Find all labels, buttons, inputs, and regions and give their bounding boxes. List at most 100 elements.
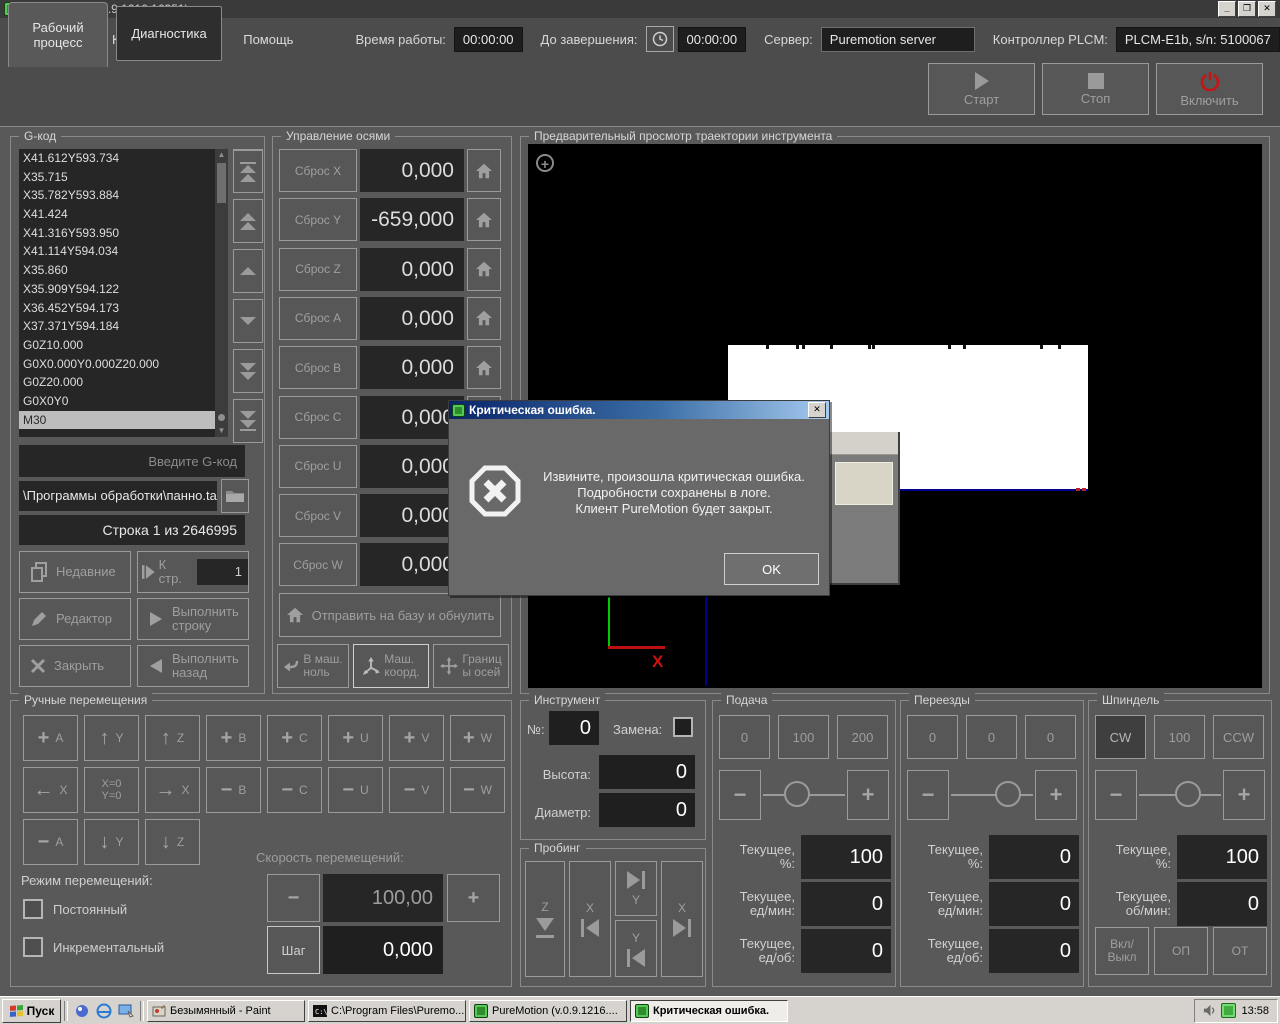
jog-minus-w-button[interactable]: − W: [450, 767, 505, 813]
restore-button[interactable]: ❐: [1238, 1, 1256, 17]
gcode-line[interactable]: G0Z10.000: [19, 336, 215, 355]
rapid-preset-0-button[interactable]: 0: [1025, 715, 1076, 759]
reset-x-button[interactable]: Сброс X: [279, 149, 357, 192]
gcode-line[interactable]: X35.860: [19, 261, 215, 280]
tool-height-value[interactable]: 0: [599, 755, 695, 789]
power-button[interactable]: Включить: [1156, 63, 1263, 115]
minimize-button[interactable]: _: [1218, 1, 1236, 17]
to-machine-zero-button[interactable]: В маш. ноль: [277, 644, 349, 688]
rapid-preset-0-button[interactable]: 0: [907, 715, 958, 759]
reset-w-button[interactable]: Сброс W: [279, 543, 357, 587]
jog-minus-u-button[interactable]: − U: [328, 767, 383, 813]
zoom-plus-icon[interactable]: +: [536, 154, 554, 172]
stop-button[interactable]: Стоп: [1042, 63, 1149, 115]
spindle-minus-button[interactable]: −: [1095, 770, 1137, 820]
gcode-file-path[interactable]: \Программы обработки\панно.tap: [19, 481, 217, 511]
gcode-line[interactable]: X35.909Y594.122: [19, 280, 215, 299]
scroll-down-icon[interactable]: ▼: [215, 425, 228, 437]
feed-plus-button[interactable]: +: [847, 770, 889, 820]
goto-line-value[interactable]: 1: [197, 559, 248, 585]
spindle-plus-button[interactable]: +: [1223, 770, 1265, 820]
page-up-button[interactable]: [233, 199, 263, 243]
menu-item-Помощь[interactable]: Помощь: [243, 32, 293, 47]
home-z-button[interactable]: [467, 247, 501, 291]
gcode-line[interactable]: X37.371Y594.184: [19, 317, 215, 336]
home-x-button[interactable]: [467, 149, 501, 192]
probe-y-up-button[interactable]: Y: [615, 861, 657, 916]
reset-a-button[interactable]: Сброс A: [279, 296, 357, 340]
jog-arrow-x-button[interactable]: ← X: [23, 767, 78, 813]
goto-first-button[interactable]: [233, 149, 263, 193]
step-value[interactable]: 0,000: [323, 926, 443, 974]
server-value[interactable]: Puremotion server: [820, 26, 975, 52]
probe-x-right-button[interactable]: X: [661, 861, 703, 977]
open-file-button[interactable]: [221, 479, 249, 513]
home-b-button[interactable]: [467, 346, 501, 390]
scroll-thumb[interactable]: [217, 163, 226, 203]
line-up-button[interactable]: [233, 249, 263, 293]
goto-line-button[interactable]: К стр. 1: [137, 551, 249, 593]
tool-number-value[interactable]: 0: [549, 711, 599, 745]
gcode-list[interactable]: X41.612Y593.734 X35.715 X35.782Y593.884 X41…: [19, 149, 215, 437]
spindle-op-button[interactable]: ОП: [1154, 927, 1208, 975]
gcode-line[interactable]: M30: [19, 410, 215, 430]
jog-plus-w-button[interactable]: + W: [450, 715, 505, 761]
jog-xy-zero-button[interactable]: X=0 Y=0: [84, 767, 139, 813]
gcode-line[interactable]: X36.452Y594.173: [19, 299, 215, 318]
gcode-line[interactable]: X35.782Y593.884: [19, 186, 215, 205]
step-button[interactable]: Шаг: [267, 926, 320, 974]
line-down-button[interactable]: [233, 299, 263, 343]
probe-z-button[interactable]: Z: [525, 861, 565, 977]
task-button[interactable]: C:\ C:\Program Files\Puremo...: [308, 999, 466, 1022]
quick-launch-2[interactable]: [94, 1001, 114, 1021]
reset-z-button[interactable]: Сброс Z: [279, 247, 357, 291]
probe-y-down-button[interactable]: Y: [615, 920, 657, 977]
spindle-onoff-button[interactable]: Вкл/ Выкл: [1095, 927, 1149, 975]
gcode-line[interactable]: X41.114Y594.034: [19, 242, 215, 261]
jog-minus-b-button[interactable]: − B: [206, 767, 261, 813]
gcode-input[interactable]: [19, 445, 245, 477]
start-menu-button[interactable]: Пуск: [2, 998, 61, 1023]
dialog-close-button[interactable]: ✕: [808, 402, 826, 418]
gcode-scrollbar[interactable]: ▲ ▼: [215, 149, 228, 437]
gcode-line[interactable]: G0X0.000Y0.000Z20.000: [19, 355, 215, 374]
home-y-button[interactable]: [467, 198, 501, 242]
start-button[interactable]: Старт: [928, 63, 1035, 115]
jog-arrow-y-button[interactable]: ↑ Y: [84, 715, 139, 761]
gcode-line[interactable]: X41.424: [19, 205, 215, 224]
spindle-preset-ccw-button[interactable]: CCW: [1213, 715, 1264, 759]
gcode-line[interactable]: G0X0Y0: [19, 392, 215, 411]
jog-minus-a-button[interactable]: − A: [23, 819, 78, 865]
tool-change-checkbox[interactable]: [673, 717, 693, 737]
jog-plus-b-button[interactable]: + B: [206, 715, 261, 761]
volume-icon[interactable]: [1203, 1004, 1216, 1017]
gcode-line[interactable]: X41.612Y593.734: [19, 149, 215, 168]
gcode-line[interactable]: G0Z20.000: [19, 373, 215, 392]
rapid-preset-0-button[interactable]: 0: [966, 715, 1017, 759]
jog-arrow-x-button[interactable]: → X: [145, 767, 200, 813]
rapid-minus-button[interactable]: −: [907, 770, 949, 820]
close-file-button[interactable]: Закрыть: [19, 645, 131, 687]
spindle-slider-knob[interactable]: [1175, 781, 1202, 807]
speed-plus-button[interactable]: +: [447, 874, 500, 922]
axes-bounds-button[interactable]: Границ ы осей: [433, 644, 509, 688]
feed-slider-knob[interactable]: [784, 781, 811, 807]
reset-b-button[interactable]: Сброс B: [279, 346, 357, 390]
mode-constant-checkbox[interactable]: [23, 899, 43, 919]
reset-y-button[interactable]: Сброс Y: [279, 198, 357, 242]
scroll-up-icon[interactable]: ▲: [215, 149, 228, 161]
reset-c-button[interactable]: Сброс C: [279, 395, 357, 439]
jog-arrow-z-button[interactable]: ↑ Z: [145, 715, 200, 761]
recent-files-button[interactable]: Недавние: [19, 551, 131, 593]
jog-minus-c-button[interactable]: − C: [267, 767, 322, 813]
jog-plus-a-button[interactable]: + A: [23, 715, 78, 761]
jog-arrow-z-button[interactable]: ↓ Z: [145, 819, 200, 865]
gcode-line[interactable]: X41.316Y593.950: [19, 224, 215, 243]
editor-button[interactable]: Редактор: [19, 598, 131, 640]
quick-launch-1[interactable]: [72, 1001, 92, 1021]
mode-incremental-checkbox[interactable]: [23, 937, 43, 957]
timer-button[interactable]: [645, 26, 674, 52]
goto-last-button[interactable]: [233, 399, 263, 443]
jog-arrow-y-button[interactable]: ↓ Y: [84, 819, 139, 865]
task-button[interactable]: PureMotion (v.0.9.1216....: [469, 999, 627, 1022]
